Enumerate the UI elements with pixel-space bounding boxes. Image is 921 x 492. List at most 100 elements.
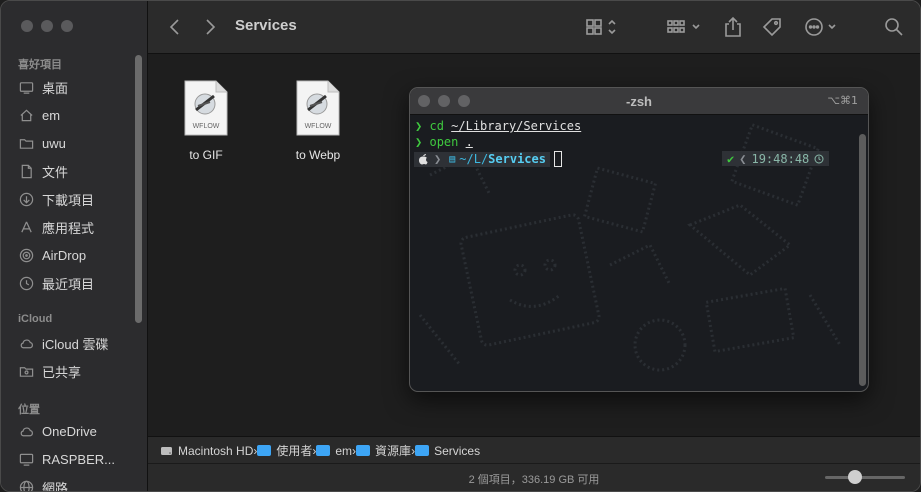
share-button[interactable] [723, 15, 743, 39]
sidebar-item-label: uwu [42, 135, 66, 151]
more-actions-button[interactable] [804, 15, 840, 39]
sidebar-item-em[interactable]: em [18, 104, 60, 126]
p10k-separator-icon: ❮ [739, 151, 747, 166]
path-item-library[interactable]: 資源庫 [356, 442, 411, 459]
sidebar-item-label: 文件 [42, 164, 69, 180]
apps-icon [18, 219, 34, 235]
path-bar: Macintosh HD › 使用者 › em › 資源庫 › Services [148, 436, 920, 464]
terminal-window[interactable]: -zsh ⌥⌘1 ❯ cd ~/Library/Services ❯ open … [409, 87, 869, 392]
ellipsis-circle-icon [805, 18, 836, 36]
globe-icon [18, 479, 34, 491]
home-folder-icon [316, 445, 331, 456]
view-mode-button[interactable] [585, 15, 619, 39]
chevron-right-icon [206, 19, 216, 35]
sidebar-item-onedrive[interactable]: OneDrive [18, 420, 97, 442]
workflow-file-icon: WFLOW [184, 80, 228, 136]
path-item-services[interactable]: Services [415, 444, 480, 458]
cloud-icon [18, 335, 34, 351]
sidebar-item-network[interactable]: 網路 [18, 476, 69, 492]
folder-icon [415, 445, 430, 456]
tag-icon [762, 18, 781, 37]
file-name: to GIF [189, 148, 223, 162]
prompt-symbol: ❯ [415, 135, 423, 149]
sidebar-section-locations: 位置 [18, 404, 40, 416]
download-icon [18, 191, 34, 207]
p10k-right-prompt: ✔ ❮ 19:48:48 [722, 151, 830, 166]
status-ok-icon: ✔ [727, 151, 735, 166]
search-button[interactable] [884, 15, 904, 39]
command-arg: . [465, 135, 473, 149]
sidebar-item-applications[interactable]: 應用程式 [18, 216, 94, 238]
sidebar-scrollbar[interactable] [135, 55, 142, 323]
terminal-cursor [553, 151, 562, 167]
sidebar-item-label: 網路 [42, 480, 69, 492]
path-item-label: Services [434, 443, 481, 458]
terminal-content[interactable]: ❯ cd ~/Library/Services ❯ open . ❯ ▤ ~/L… [410, 115, 856, 391]
sidebar-item-downloads[interactable]: 下載項目 [18, 188, 94, 210]
sidebar-item-raspberry[interactable]: RASPBER... [18, 448, 115, 470]
forward-button[interactable] [203, 15, 217, 39]
terminal-line: ❯ open . [415, 135, 473, 151]
path-item-em[interactable]: em [316, 444, 352, 458]
tag-button[interactable] [761, 15, 783, 39]
home-icon [18, 107, 34, 123]
path-item-label: em [335, 443, 353, 458]
sidebar-item-desktop[interactable]: 桌面 [18, 76, 68, 98]
window-title: Services [235, 17, 297, 34]
prompt-symbol: ❯ [415, 119, 423, 133]
zoom-button[interactable] [61, 20, 73, 32]
sidebar-item-label: 桌面 [42, 80, 69, 96]
file-item-to-webp[interactable]: WFLOW to Webp [278, 80, 358, 162]
path-item-users[interactable]: 使用者 [257, 442, 312, 459]
sidebar-item-label: RASPBER... [42, 451, 115, 467]
path-item-label: 資源庫 [375, 444, 412, 458]
document-icon [18, 163, 34, 179]
p10k-path-prefix: ~/L/ [459, 152, 489, 166]
sidebar-item-shared[interactable]: 已共享 [18, 360, 81, 382]
clock-icon [18, 275, 34, 291]
sidebar-item-label: AirDrop [42, 247, 87, 263]
folder-icon [257, 445, 272, 456]
file-badge: WFLOW [192, 123, 220, 130]
path-item-label: 使用者 [276, 444, 313, 458]
file-name: to Webp [295, 148, 341, 162]
display-icon [18, 451, 34, 467]
icon-size-slider[interactable] [825, 470, 905, 484]
sidebar-item-airdrop[interactable]: AirDrop [18, 244, 86, 266]
chevron-left-icon [169, 19, 179, 35]
path-item-label: Macintosh HD [178, 443, 254, 458]
terminal-titlebar[interactable]: -zsh ⌥⌘1 [410, 88, 868, 115]
sidebar-item-label: 最近項目 [42, 276, 95, 292]
terminal-scrollbar[interactable] [859, 134, 866, 386]
terminal-line: ❯ cd ~/Library/Services [415, 119, 581, 135]
shared-folder-icon [18, 363, 34, 379]
sidebar-item-recents[interactable]: 最近項目 [18, 272, 94, 294]
desktop-icon [18, 79, 34, 95]
group-icon [667, 20, 700, 33]
sidebar-section-favorites: 喜好項目 [18, 59, 62, 71]
path-item-macintosh-hd[interactable]: Macintosh HD [160, 444, 253, 458]
slider-thumb[interactable] [848, 470, 863, 484]
grid-view-icon [586, 19, 616, 35]
sidebar-item-label: 下載項目 [42, 192, 95, 208]
status-bar: 2 個項目，336.19 GB 可用 [148, 463, 920, 491]
sidebar-item-label: 應用程式 [42, 220, 95, 236]
p10k-dir-segment: ▤ ~/L/Services [445, 151, 550, 167]
close-button[interactable] [21, 20, 33, 32]
sidebar-item-icloud-drive[interactable]: iCloud 雲碟 [18, 332, 108, 354]
sidebar-item-documents[interactable]: 文件 [18, 160, 68, 182]
sidebar-item-label: 已共享 [42, 364, 82, 380]
file-item-to-gif[interactable]: WFLOW to GIF [166, 80, 246, 162]
back-button[interactable] [168, 15, 182, 39]
minimize-button[interactable] [41, 20, 53, 32]
airdrop-icon [18, 247, 34, 263]
folder-icon [356, 445, 371, 456]
sidebar-item-label: em [42, 107, 61, 123]
cloud-icon [18, 423, 34, 439]
finder-window: 喜好項目 桌面 em uwu 文件 下載項目 應用程式 AirDrop 最近項目… [0, 0, 921, 492]
group-button[interactable] [666, 15, 704, 39]
status-text: 2 個項目，336.19 GB 可用 [468, 474, 600, 486]
terminal-shortcut: ⌥⌘1 [827, 94, 858, 107]
command: open [429, 135, 459, 149]
sidebar-item-uwu[interactable]: uwu [18, 132, 66, 154]
